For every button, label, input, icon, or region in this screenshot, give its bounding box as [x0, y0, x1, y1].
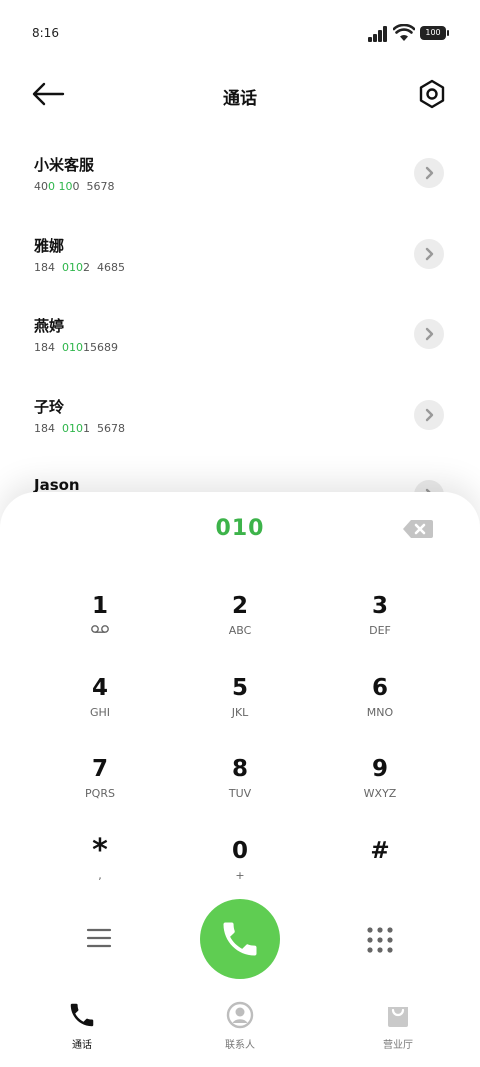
contacts-icon — [226, 1001, 254, 1029]
backspace-icon[interactable] — [402, 518, 434, 540]
tab-label: 联系人 — [225, 1040, 255, 1051]
chevron-right-icon[interactable] — [414, 158, 444, 188]
key-1[interactable]: 1 — [40, 592, 160, 662]
contact-number: 184 0102 4685 — [34, 261, 125, 274]
bottom-tab-bar: 通话 联系人 营业厅 — [0, 990, 480, 1067]
tab-label: 营业厅 — [383, 1040, 413, 1051]
contact-name: 燕婷 — [34, 317, 65, 335]
tab-calls[interactable]: 通话 — [22, 1000, 142, 1051]
status-bar: 8:16 100 — [0, 0, 480, 60]
key-7[interactable]: 7 PQRS — [40, 755, 160, 825]
tab-contacts[interactable]: 联系人 — [180, 1000, 300, 1051]
contact-item[interactable]: 子玲 184 0101 5678 — [0, 382, 480, 452]
contact-name: 小米客服 — [34, 156, 95, 174]
key-0[interactable]: 0 + — [180, 837, 300, 907]
contact-item[interactable]: 雅娜 184 0102 4685 — [0, 221, 480, 291]
settings-hexagon-icon[interactable] — [416, 78, 448, 110]
battery-icon: 100 — [420, 26, 449, 40]
contact-item[interactable]: 小米客服 400 100 5678 — [0, 140, 480, 210]
phone-icon — [70, 1003, 94, 1027]
chevron-right-icon[interactable] — [414, 239, 444, 269]
voicemail-icon — [40, 624, 160, 638]
menu-icon[interactable] — [82, 924, 116, 952]
wifi-icon — [393, 24, 415, 41]
phone-icon — [223, 922, 257, 956]
key-2[interactable]: 2 ABC — [180, 592, 300, 662]
page-title: 通话 — [223, 89, 257, 109]
contact-number: 400 100 5678 — [34, 180, 115, 193]
key-4[interactable]: 4 GHI — [40, 674, 160, 744]
key-star[interactable]: * , — [40, 836, 160, 907]
contact-name: 子玲 — [34, 398, 65, 416]
key-hash[interactable]: # — [320, 837, 440, 907]
contact-name: 雅娜 — [34, 237, 65, 255]
key-3[interactable]: 3 DEF — [320, 592, 440, 662]
top-bar: 通话 — [0, 70, 480, 120]
signal-icon — [368, 26, 388, 42]
contact-number: 184 0101 5678 — [34, 422, 125, 435]
chevron-right-icon[interactable] — [414, 319, 444, 349]
contact-number: 184 01015689 — [34, 341, 118, 354]
dialpad-grid-icon[interactable] — [366, 926, 394, 954]
call-button[interactable] — [200, 899, 280, 979]
battery-level: 100 — [425, 28, 441, 37]
tab-store[interactable]: 营业厅 — [338, 1000, 458, 1051]
chevron-right-icon[interactable] — [414, 400, 444, 430]
dialer-panel: 010 1 2 ABC 3 DEF 4 GHI 5 JKL 6 MNO 7 PQ… — [0, 492, 480, 1067]
status-time: 8:16 — [32, 26, 59, 40]
contact-item[interactable]: 燕婷 184 01015689 — [0, 301, 480, 371]
key-9[interactable]: 9 WXYZ — [320, 755, 440, 825]
tab-label: 通话 — [72, 1040, 92, 1051]
key-5[interactable]: 5 JKL — [180, 674, 300, 744]
shopping-bag-icon — [388, 1007, 408, 1027]
key-6[interactable]: 6 MNO — [320, 674, 440, 744]
key-8[interactable]: 8 TUV — [180, 755, 300, 825]
